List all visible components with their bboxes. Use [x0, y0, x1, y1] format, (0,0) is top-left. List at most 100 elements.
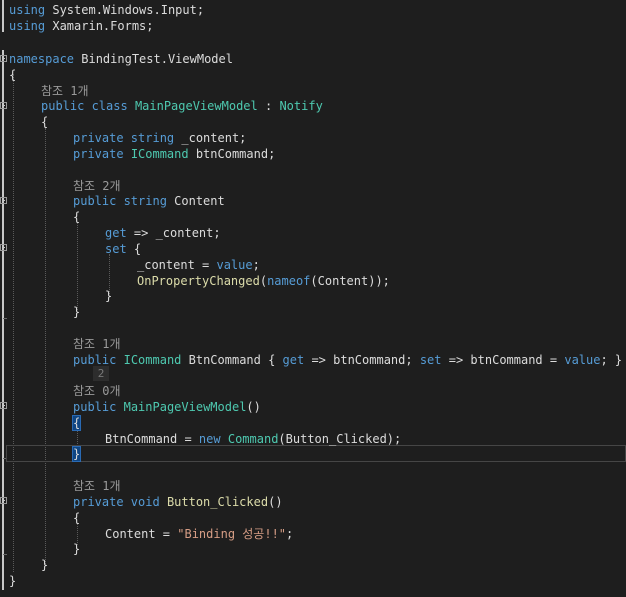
code-text: }: [41, 558, 49, 572]
code-line[interactable]: {: [9, 67, 16, 83]
margin-change-bar: [2, 0, 4, 32]
collapse-namespace-icon[interactable]: [0, 55, 7, 62]
code-text: }: [105, 289, 113, 303]
matched-brace: }: [71, 446, 82, 462]
code-editor[interactable]: using System.Windows.Input; using Xamari…: [0, 0, 626, 597]
margin-change-bar: [2, 50, 4, 590]
code-line[interactable]: }: [73, 304, 80, 320]
code-text: :: [257, 99, 280, 113]
keyword: value: [564, 353, 601, 367]
keyword: private: [73, 147, 124, 161]
code-text: _content =: [137, 258, 217, 272]
code-text: Content: [166, 194, 225, 208]
type-name: Command: [227, 432, 279, 446]
codelens-references[interactable]: 참조 2개: [73, 178, 121, 194]
code-text: => btnCommand =: [441, 353, 565, 367]
code-text: BtnCommand {: [181, 353, 283, 367]
code-line[interactable]: public ICommand BtnCommand { get => btnC…: [73, 352, 622, 368]
code-text: {: [9, 68, 17, 82]
code-line[interactable]: get => _content;: [105, 225, 221, 241]
code-text: System.Windows.Input;: [45, 3, 205, 17]
code-line[interactable]: Content = "Binding 성공!!";: [105, 526, 293, 542]
code-text: btnCommand;: [188, 147, 276, 161]
code-line[interactable]: namespace BindingTest.ViewModel: [9, 51, 233, 67]
keyword: set: [419, 353, 442, 367]
code-text: }: [73, 305, 81, 319]
method-name: MainPageViewModel: [123, 400, 247, 414]
string-literal: "Binding 성공!!": [177, 527, 287, 541]
keyword: get: [282, 353, 305, 367]
code-text: (): [246, 400, 261, 414]
code-line[interactable]: private ICommand btnCommand;: [73, 146, 275, 162]
code-text: BtnCommand =: [105, 432, 199, 446]
code-line[interactable]: OnPropertyChanged(nameof(Content));: [137, 273, 390, 289]
code-line[interactable]: }: [73, 541, 80, 557]
collapse-method-icon[interactable]: [0, 497, 7, 504]
keyword: get: [105, 226, 127, 240]
matched-brace: {: [71, 415, 82, 431]
code-line[interactable]: }: [71, 446, 82, 462]
code-line[interactable]: }: [41, 557, 48, 573]
collapse-setter-icon[interactable]: [0, 244, 7, 251]
code-line[interactable]: public class MainPageViewModel : Notify: [41, 98, 323, 114]
collapse-property-icon[interactable]: [0, 197, 7, 204]
code-line[interactable]: set {: [105, 241, 141, 257]
code-text: => _content;: [126, 226, 221, 240]
collapse-constructor-icon[interactable]: [0, 402, 7, 409]
code-text: Content =: [105, 527, 178, 541]
current-line-highlight: [6, 445, 626, 462]
code-line[interactable]: BtnCommand = new Command(Button_Clicked)…: [105, 431, 401, 447]
code-line[interactable]: {: [73, 510, 80, 526]
code-text: ;: [252, 258, 260, 272]
code-text: => btnCommand;: [304, 353, 420, 367]
code-line[interactable]: public string Content: [73, 193, 225, 209]
code-line[interactable]: }: [9, 573, 16, 589]
code-text: {: [73, 511, 81, 525]
code-text: {: [73, 210, 81, 224]
keyword: namespace: [9, 52, 75, 66]
keyword: new: [198, 432, 221, 446]
keyword: using: [9, 3, 46, 17]
collapse-class-icon[interactable]: [0, 102, 7, 109]
keyword: using: [9, 19, 46, 33]
quick-action-badge[interactable]: 2: [93, 366, 109, 381]
code-line[interactable]: private void Button_Clicked(): [73, 494, 283, 510]
code-text: Xamarin.Forms;: [45, 19, 154, 33]
indent-guide: [77, 222, 78, 310]
keyword: value: [216, 258, 253, 272]
keyword: private string: [73, 131, 175, 145]
code-line[interactable]: _content = value;: [137, 257, 260, 273]
codelens-references[interactable]: 참조 1개: [41, 83, 89, 99]
codelens-references[interactable]: 참조 1개: [73, 336, 121, 352]
code-text: }: [9, 574, 17, 588]
code-text: (): [268, 495, 283, 509]
codelens-references[interactable]: 참조 0개: [73, 383, 121, 399]
fold-end-marker: [3, 318, 7, 319]
keyword: public string: [73, 194, 167, 208]
code-line[interactable]: using System.Windows.Input;: [9, 2, 204, 18]
indent-guide: [45, 128, 46, 564]
code-line[interactable]: using Xamarin.Forms;: [9, 18, 154, 34]
codelens-references[interactable]: 참조 1개: [73, 478, 121, 494]
type-name: MainPageViewModel: [134, 99, 258, 113]
method-name: Button_Clicked: [166, 495, 269, 509]
code-line[interactable]: }: [105, 288, 112, 304]
text-caret: [80, 447, 82, 462]
code-line[interactable]: private string _content;: [73, 130, 246, 146]
code-text: ;: [286, 527, 294, 541]
code-line[interactable]: {: [73, 209, 80, 225]
type-name: Notify: [279, 99, 323, 113]
type-name: ICommand: [123, 353, 182, 367]
code-line[interactable]: {: [71, 415, 82, 431]
type-name: ICommand: [130, 147, 189, 161]
keyword: public class: [41, 99, 128, 113]
fold-end-marker: [3, 554, 7, 555]
code-text: (: [259, 274, 268, 288]
code-line[interactable]: public MainPageViewModel(): [73, 399, 261, 415]
keyword: public: [73, 353, 117, 367]
code-text: (Button_Clicked);: [278, 432, 402, 446]
keyword: public: [73, 400, 117, 414]
code-text: BindingTest.ViewModel: [74, 52, 233, 66]
keyword: private void: [73, 495, 160, 509]
code-line[interactable]: {: [41, 114, 48, 130]
